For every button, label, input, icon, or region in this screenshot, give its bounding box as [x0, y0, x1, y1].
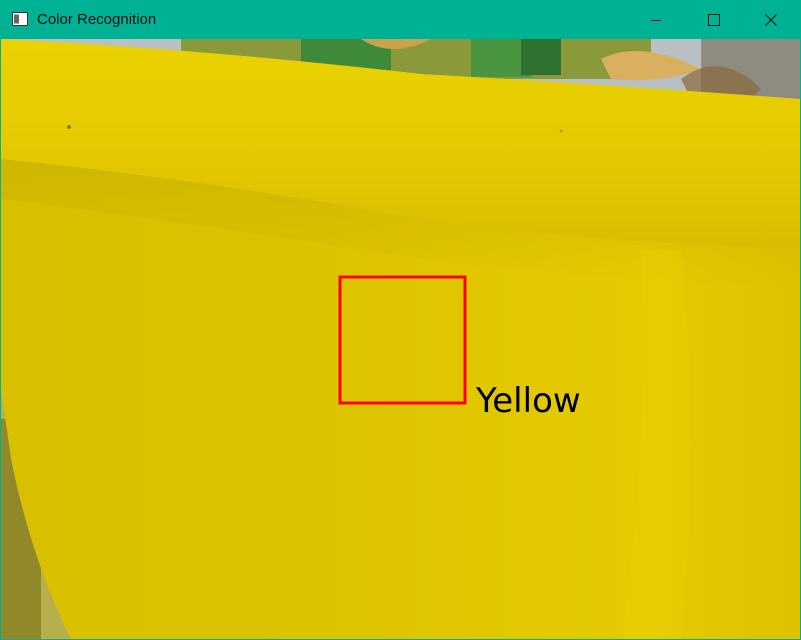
maximize-icon	[708, 14, 720, 26]
maximize-button[interactable]	[685, 1, 743, 39]
close-button[interactable]	[742, 1, 800, 39]
app-window: Color Recognition Yellow	[0, 0, 801, 640]
window-title: Color Recognition	[37, 11, 157, 28]
app-window-icon	[12, 12, 28, 26]
minimize-button[interactable]	[627, 1, 685, 39]
camera-view: Yellow	[1, 39, 800, 639]
minimize-icon	[651, 20, 661, 21]
title-bar[interactable]: Color Recognition	[1, 1, 800, 39]
pot-speck-2	[559, 129, 563, 133]
pot-speck	[67, 125, 71, 129]
detection-label: Yellow	[476, 381, 581, 421]
camera-frame	[1, 39, 800, 639]
close-icon	[765, 14, 777, 26]
